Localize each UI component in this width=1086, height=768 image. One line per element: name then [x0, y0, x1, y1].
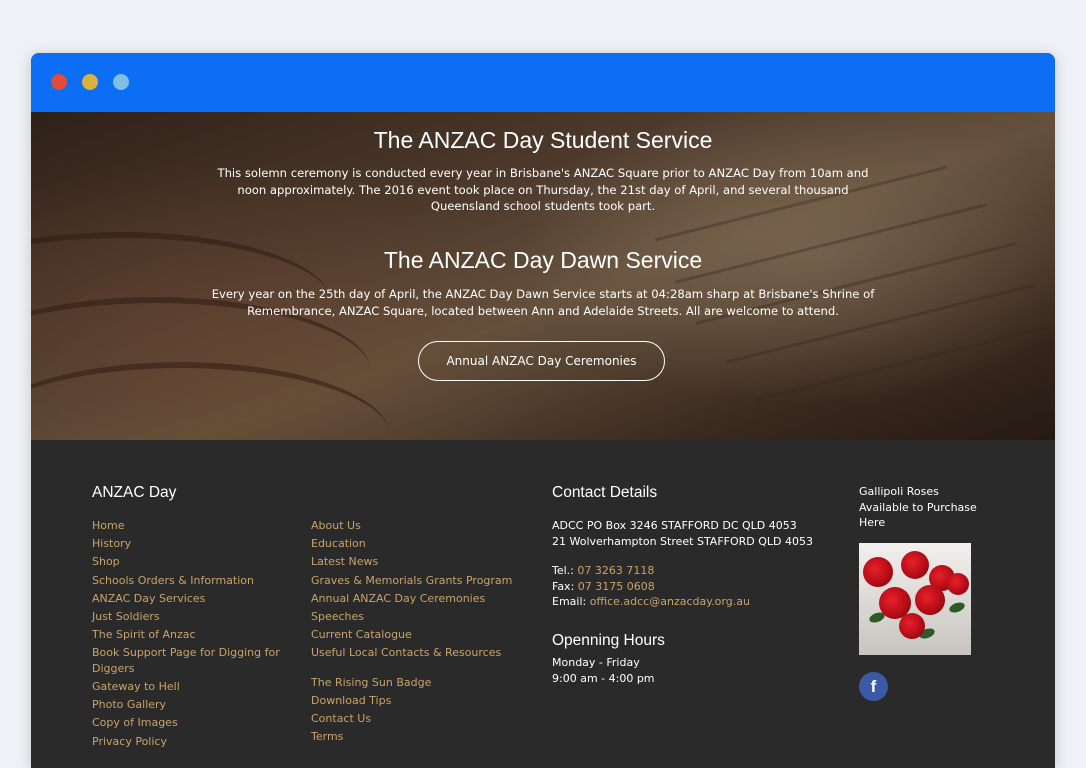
email-link[interactable]: office.adcc@anzacday.org.au [590, 595, 750, 608]
hero-section: The ANZAC Day Student Service This solem… [31, 112, 1055, 440]
dawn-service-title: The ANZAC Day Dawn Service [383, 247, 703, 273]
footer-links-column-2: About Us Education Latest News Graves & Mem… [311, 518, 521, 748]
footer-link[interactable]: The Spirit of Anzac [92, 627, 287, 643]
footer-link[interactable]: Contact Us [311, 711, 521, 727]
footer-link[interactable]: Terms [311, 729, 521, 745]
minimize-window-icon[interactable] [82, 74, 98, 90]
site-footer: ANZAC Day Home History Shop Schools Orders … [31, 440, 1055, 768]
fax-label: Fax: [552, 579, 575, 593]
maximize-window-icon[interactable] [113, 74, 129, 90]
footer-links-column-1: Home History Shop Schools Orders & Informat… [92, 518, 287, 752]
footer-title-anzac-day: ANZAC Day [92, 484, 177, 501]
address-line-2: 21 Wolverhampton Street STAFFORD QLD 405… [552, 534, 814, 548]
browser-window: The ANZAC Day Student Service This solem… [31, 53, 1055, 768]
email-label: Email: [552, 595, 587, 608]
dawn-service-text: Every year on the 25th day of April, the… [211, 287, 875, 318]
gallipoli-roses-text[interactable]: Gallipoli Roses Available to Purchase He… [859, 484, 989, 531]
gallipoli-roses-image[interactable] [859, 543, 971, 655]
student-service-title: The ANZAC Day Student Service [373, 127, 713, 153]
footer-link[interactable]: Graves & Memorials Grants Program [311, 573, 521, 589]
footer-link[interactable]: Latest News [311, 554, 521, 570]
tel-link[interactable]: 07 3263 7118 [577, 564, 654, 577]
address-line-1: ADCC PO Box 3246 STAFFORD DC QLD 4053 [552, 519, 797, 532]
footer-link[interactable]: Speeches [311, 609, 521, 625]
footer-link[interactable]: Useful Local Contacts & Resources [311, 645, 521, 661]
footer-link[interactable]: Privacy Policy [92, 734, 287, 750]
student-service-text: This solemn ceremony is conducted every … [217, 166, 869, 213]
hours-days: Monday - Friday [552, 656, 640, 669]
contact-address: ADCC PO Box 3246 STAFFORD DC QLD 4053 21… [552, 518, 813, 549]
footer-link[interactable]: Schools Orders & Information [92, 573, 287, 589]
opening-hours: Monday - Friday 9:00 am - 4:00 pm [552, 655, 655, 686]
window-titlebar [31, 53, 1055, 112]
tel-label: Tel.: [552, 564, 574, 577]
footer-link[interactable]: Photo Gallery [92, 697, 287, 713]
contact-details-title: Contact Details [552, 484, 658, 501]
footer-link[interactable]: Download Tips [311, 693, 521, 709]
hours-time: 9:00 am - 4:00 pm [552, 671, 655, 685]
footer-link[interactable]: Current Catalogue [311, 627, 521, 643]
footer-link[interactable]: ANZAC Day Services [92, 591, 287, 607]
footer-link[interactable]: Book Support Page for Digging for Digger… [92, 645, 287, 676]
contact-phone-fax-email: Tel.: 07 3263 7118 Fax: 07 3175 0608 Ema… [552, 563, 750, 610]
footer-link[interactable]: Annual ANZAC Day Ceremonies [311, 591, 521, 607]
annual-ceremonies-button[interactable]: Annual ANZAC Day Ceremonies [418, 341, 665, 381]
opening-hours-title: Openning Hours [552, 632, 665, 649]
fax-link[interactable]: 07 3175 0608 [578, 580, 655, 593]
facebook-icon[interactable]: f [859, 672, 888, 701]
footer-link[interactable]: Just Soldiers [92, 609, 287, 625]
footer-link[interactable]: Gateway to Hell [92, 679, 287, 695]
footer-link[interactable]: Home [92, 518, 287, 534]
footer-link[interactable]: History [92, 536, 287, 552]
footer-link[interactable]: About Us [311, 518, 521, 534]
footer-link[interactable]: Shop [92, 554, 287, 570]
footer-link[interactable]: The Rising Sun Badge [311, 675, 521, 691]
footer-link[interactable]: Copy of Images [92, 715, 287, 731]
footer-link[interactable]: Education [311, 536, 521, 552]
close-window-icon[interactable] [51, 74, 67, 90]
